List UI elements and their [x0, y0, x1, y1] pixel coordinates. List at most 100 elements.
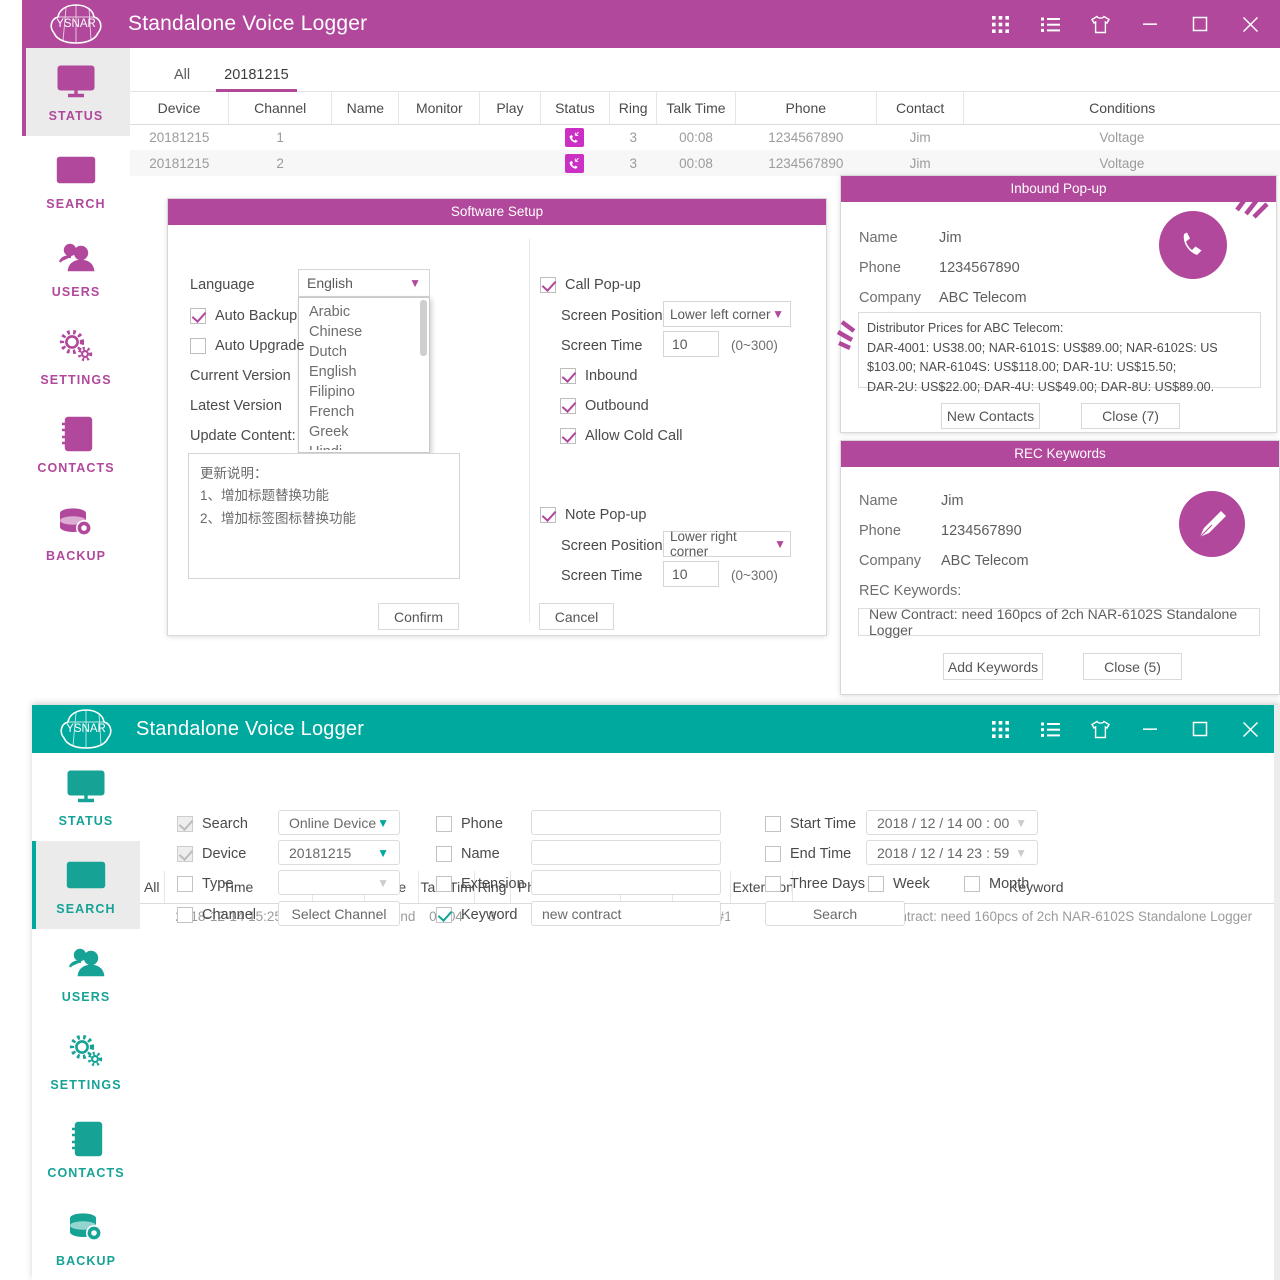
- grid-icon[interactable]: [988, 717, 1012, 741]
- sidebar-item-settings[interactable]: SETTINGS: [22, 312, 130, 400]
- phonebook-icon: [59, 413, 93, 455]
- sidebar-item-contacts[interactable]: CONTACTS: [22, 400, 130, 488]
- channel-checkbox[interactable]: Channel: [177, 907, 256, 923]
- call-screen-time-label: Screen Time: [561, 338, 642, 354]
- extension-input[interactable]: [531, 870, 721, 895]
- name-input[interactable]: [531, 840, 721, 865]
- new-contacts-button[interactable]: New Contacts: [941, 403, 1040, 429]
- sidebar-item-backup[interactable]: BACKUP: [22, 488, 130, 576]
- sidebar-item-backup[interactable]: BACKUP: [32, 1193, 140, 1280]
- language-option-greek[interactable]: Greek: [299, 422, 429, 442]
- language-option-hindi[interactable]: Hindi: [299, 442, 429, 450]
- vertical-scrollbar[interactable]: [1274, 705, 1280, 1280]
- call-popup-checkbox[interactable]: Call Pop-up: [540, 277, 641, 293]
- phone-checkbox[interactable]: Phone: [436, 816, 503, 832]
- screen: YSNAR Standalone Voice Logger: [0, 0, 1280, 1280]
- maximize-icon[interactable]: [1188, 12, 1212, 36]
- language-option-filipino[interactable]: Filipino: [299, 382, 429, 402]
- monitor-icon: [56, 61, 96, 103]
- cell-all[interactable]: [140, 903, 164, 929]
- sidebar-item-contacts[interactable]: CONTACTS: [32, 1105, 140, 1193]
- checkbox-box: [765, 816, 781, 832]
- sidebar-item-users[interactable]: USERS: [22, 224, 130, 312]
- confirm-button[interactable]: Confirm: [378, 603, 459, 630]
- checkbox-box: [540, 507, 556, 523]
- col-all[interactable]: All: [140, 871, 164, 903]
- maximize-icon[interactable]: [1188, 717, 1212, 741]
- close-icon[interactable]: [1238, 717, 1262, 741]
- checkbox-box: [868, 876, 884, 892]
- search-button[interactable]: Search: [765, 901, 905, 926]
- tshirt-icon[interactable]: [1088, 717, 1112, 741]
- rec-keywords-input[interactable]: New Contract: need 160pcs of 2ch NAR-610…: [858, 608, 1260, 636]
- note-popup-checkbox[interactable]: Note Pop-up: [540, 507, 646, 523]
- auto-backup-checkbox[interactable]: Auto Backup: [190, 308, 297, 324]
- sidebar-item-search[interactable]: SEARCH: [32, 841, 140, 929]
- tab-all[interactable]: All: [160, 61, 204, 91]
- sidebar-item-users-label: USERS: [52, 285, 101, 299]
- tab-20181215[interactable]: 20181215: [210, 61, 303, 91]
- allow-cold-call-label: Allow Cold Call: [585, 428, 683, 444]
- name-checkbox[interactable]: Name: [436, 846, 500, 862]
- search-scope-select[interactable]: Online Device ▼: [278, 810, 400, 835]
- note-screen-position-select[interactable]: Lower right corner ▼: [663, 531, 791, 557]
- language-dropdown-list[interactable]: Arabic Chinese Dutch English Filipino Fr…: [298, 297, 430, 453]
- language-option-arabic[interactable]: Arabic: [299, 302, 429, 322]
- cancel-button[interactable]: Cancel: [539, 603, 614, 630]
- table-row[interactable]: 20181215 1: [130, 124, 1280, 150]
- phone-input[interactable]: [531, 810, 721, 835]
- dropdown-scrollbar-thumb[interactable]: [420, 300, 427, 356]
- type-checkbox[interactable]: Type: [177, 876, 233, 892]
- sidebar-item-settings[interactable]: SETTINGS: [32, 1017, 140, 1105]
- list-icon[interactable]: [1038, 12, 1062, 36]
- table-row[interactable]: 20181215 2: [130, 150, 1280, 176]
- search-checkbox[interactable]: Search: [177, 816, 248, 832]
- language-option-french[interactable]: French: [299, 402, 429, 422]
- add-keywords-button[interactable]: Add Keywords: [943, 653, 1043, 680]
- keyword-input[interactable]: new contract: [531, 901, 721, 926]
- note-screen-time-input[interactable]: 10: [663, 561, 719, 587]
- allow-cold-call-checkbox[interactable]: Allow Cold Call: [560, 428, 683, 444]
- close-icon[interactable]: [1238, 12, 1262, 36]
- phonebook-icon: [69, 1118, 103, 1160]
- end-time-input[interactable]: 2018 / 12 / 14 23 : 59 ▼: [866, 840, 1038, 865]
- call-screen-time-input[interactable]: 10: [663, 331, 719, 357]
- minimize-icon[interactable]: [1138, 717, 1162, 741]
- list-icon[interactable]: [1038, 717, 1062, 741]
- device-select[interactable]: 20181215 ▼: [278, 840, 400, 865]
- sidebar-item-users[interactable]: USERS: [32, 929, 140, 1017]
- sidebar-item-search[interactable]: SEARCH: [22, 136, 130, 224]
- grid-icon[interactable]: [988, 12, 1012, 36]
- language-option-dutch[interactable]: Dutch: [299, 342, 429, 362]
- rec-close-button[interactable]: Close (5): [1083, 653, 1182, 680]
- end-time-checkbox[interactable]: End Time: [765, 846, 851, 862]
- inbound-checkbox[interactable]: Inbound: [560, 368, 637, 384]
- name-checkbox-label: Name: [461, 846, 500, 862]
- language-option-english[interactable]: English: [299, 362, 429, 382]
- gears-icon: [56, 325, 96, 367]
- sidebar-item-status[interactable]: STATUS: [22, 48, 130, 136]
- month-checkbox[interactable]: Month: [964, 876, 1029, 892]
- outbound-checkbox[interactable]: Outbound: [560, 398, 649, 414]
- three-days-checkbox[interactable]: Three Days: [765, 876, 865, 892]
- sidebar-item-status[interactable]: STATUS: [32, 753, 140, 841]
- select-channel-button[interactable]: Select Channel: [278, 901, 400, 926]
- inbound-close-button[interactable]: Close (7): [1081, 403, 1180, 429]
- ringing-phone-icon: [1159, 211, 1227, 279]
- call-screen-position-select[interactable]: Lower left corner ▼: [663, 301, 791, 327]
- start-time-checkbox[interactable]: Start Time: [765, 816, 856, 832]
- week-checkbox[interactable]: Week: [868, 876, 930, 892]
- month-label: Month: [989, 876, 1029, 892]
- auto-upgrade-checkbox[interactable]: Auto Upgrade: [190, 338, 304, 354]
- device-checkbox[interactable]: Device: [177, 846, 246, 862]
- minimize-icon[interactable]: [1138, 12, 1162, 36]
- tshirt-icon[interactable]: [1088, 12, 1112, 36]
- language-option-chinese[interactable]: Chinese: [299, 322, 429, 342]
- inbound-popup-dialog: Inbound Pop-up Name Jim Phone 1234567890…: [840, 175, 1277, 433]
- extension-checkbox[interactable]: Extension: [436, 876, 525, 892]
- start-time-input[interactable]: 2018 / 12 / 14 00 : 00 ▼: [866, 810, 1038, 835]
- keyword-checkbox[interactable]: Keyword: [436, 907, 517, 923]
- checkbox-box: [436, 907, 452, 923]
- type-select[interactable]: ▼: [278, 870, 400, 895]
- language-select[interactable]: English ▼: [298, 269, 430, 297]
